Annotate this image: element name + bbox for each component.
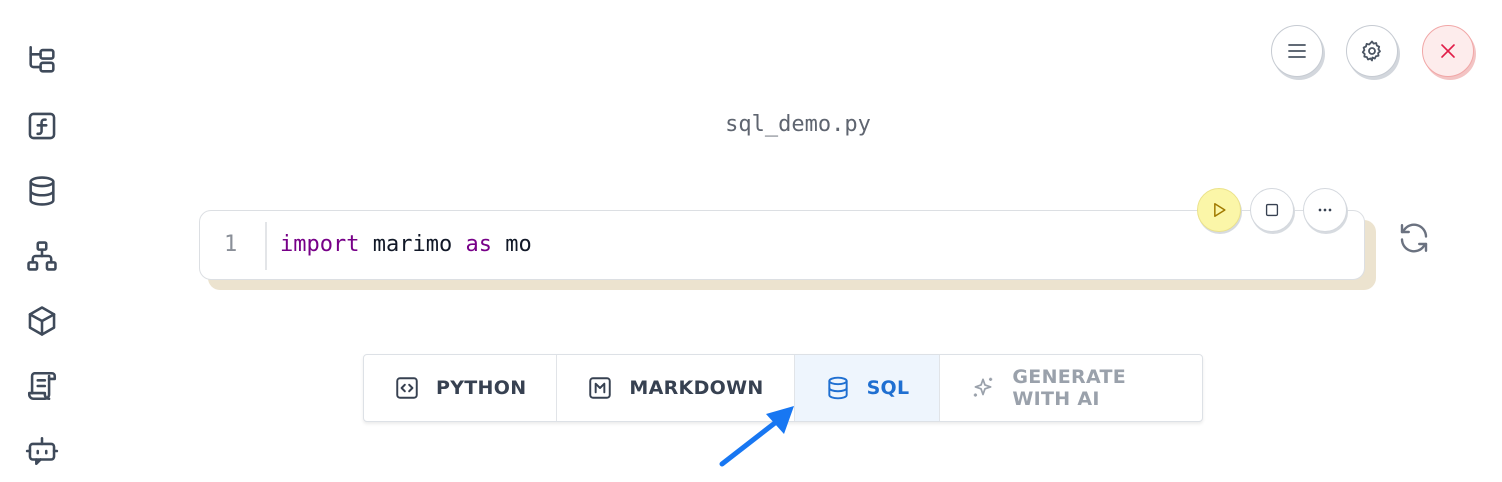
code-editor-line[interactable]: import marimo as mo	[280, 232, 532, 257]
notebook-filename[interactable]: sql_demo.py	[0, 112, 1502, 137]
gutter-divider	[265, 222, 267, 270]
dependency-graph-icon[interactable]	[22, 236, 62, 276]
cell-more-button[interactable]	[1303, 188, 1347, 232]
run-cell-button[interactable]	[1197, 188, 1241, 232]
close-button[interactable]	[1422, 25, 1474, 77]
scroll-icon[interactable]	[22, 366, 62, 406]
add-python-cell-button[interactable]: PYTHON	[364, 355, 558, 421]
settings-button[interactable]	[1346, 25, 1398, 77]
generate-with-ai-button[interactable]: GENERATE WITH AI	[940, 355, 1202, 421]
stop-icon	[1265, 203, 1279, 217]
more-horizontal-icon	[1318, 208, 1332, 212]
annotation-arrow-icon	[719, 406, 794, 467]
file-tree-icon[interactable]	[22, 40, 62, 80]
code-text-alias: mo	[491, 232, 532, 257]
refresh-icon[interactable]	[1396, 220, 1432, 256]
database-icon	[827, 376, 848, 400]
code-text-module: marimo	[359, 232, 466, 257]
stop-cell-button[interactable]	[1250, 188, 1294, 232]
generate-with-ai-label: GENERATE WITH AI	[1012, 366, 1127, 410]
left-sidebar	[0, 0, 84, 482]
line-number: 1	[224, 232, 238, 257]
sparkles-icon	[974, 377, 993, 397]
sql-label: SQL	[866, 377, 910, 399]
menu-button[interactable]	[1271, 25, 1323, 77]
gear-icon	[1361, 40, 1381, 62]
play-icon	[1214, 203, 1226, 217]
bot-icon[interactable]	[22, 431, 62, 471]
close-icon	[1441, 44, 1455, 58]
keyword-import: import	[280, 232, 360, 257]
add-sql-cell-button[interactable]: SQL	[794, 355, 941, 421]
package-icon[interactable]	[22, 301, 62, 341]
database-icon[interactable]	[22, 171, 62, 211]
markdown-icon	[589, 377, 612, 399]
markdown-label: MARKDOWN	[629, 377, 764, 399]
code-icon	[396, 377, 418, 399]
menu-icon	[1288, 44, 1306, 58]
python-label: PYTHON	[436, 377, 527, 399]
keyword-as: as	[465, 232, 492, 257]
